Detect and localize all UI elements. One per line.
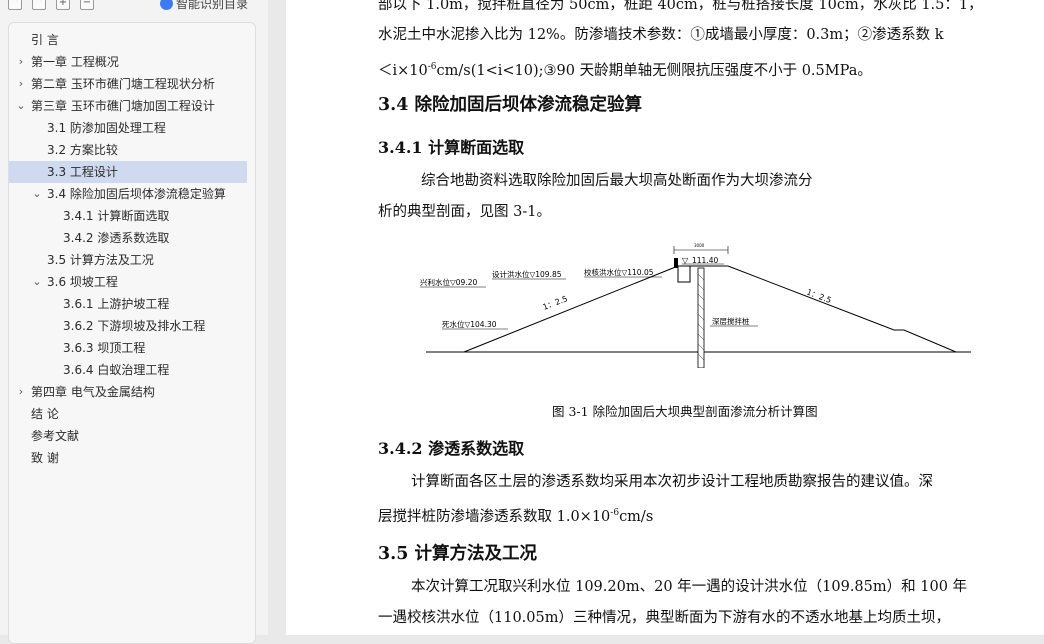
paragraph-line: 水泥土中水泥掺入比为 12%。防渗墙技术参数：①成墙最小厚度：0.3m；②渗透系… xyxy=(378,27,944,43)
chevron-down-icon[interactable]: ⌄ xyxy=(31,183,43,205)
parapet-wall xyxy=(674,258,678,268)
cutoff-wall xyxy=(697,267,705,369)
toc-panel: 引 言 › 第一章 工程概况 › 第二章 玉环市礁门塘工程现状分析 ⌄ 第三章 玉环市礁门塘… xyxy=(8,22,256,644)
downstream-slope-label: 1：2.5 xyxy=(805,287,832,305)
paragraph-line: 部以下 1.0m，搅拌桩直径为 50cm，桩距 40cm，桩与桩搭接长度 10c… xyxy=(378,0,983,13)
heading-3-4-1: 3.4.1 计算断面选取 xyxy=(378,138,525,157)
text-run: cm/s(1<i<10);③90 天龄期单轴无侧限抗压强度不小于 0.5MPa。 xyxy=(436,62,872,79)
toc-item-label: 3.5 计算方法及工况 xyxy=(47,253,154,267)
smart-toc-label: 智能识别目录 xyxy=(176,0,249,11)
toc-item[interactable]: 结 论 xyxy=(9,403,247,425)
toc-item-label: 结 论 xyxy=(31,407,59,421)
smart-toc-button[interactable]: 智能识别目录 xyxy=(160,0,249,11)
toc-item[interactable]: 3.5 计算方法及工况 xyxy=(9,249,247,271)
document-page: 部以下 1.0m，搅拌桩直径为 50cm，桩距 40cm，桩与桩搭接长度 10c… xyxy=(286,0,1044,635)
dam-section-drawing: 3000 ▽ 111.40 兴利水位▽09.20 设计洪水位▽109.85 校核… xyxy=(420,243,971,369)
paragraph-line: 层搅拌桩防渗墙渗透系数取 1.0×10-6cm/s xyxy=(378,498,988,533)
dam-section-figure: 3000 ▽ 111.40 兴利水位▽09.20 设计洪水位▽109.85 校核… xyxy=(416,238,976,369)
ai-icon xyxy=(160,0,173,10)
superscript: -6 xyxy=(427,62,437,72)
chevron-down-icon[interactable]: ⌄ xyxy=(15,95,27,117)
toc-item[interactable]: 3.1 防渗加固处理工程 xyxy=(9,117,247,139)
toc-item[interactable]: › 第一章 工程概况 xyxy=(9,51,247,73)
chevron-right-icon[interactable]: › xyxy=(15,381,27,403)
toc-item-label: 3.4 除险加固后坝体渗流稳定验算 xyxy=(47,187,226,201)
text-run: ＜i×10 xyxy=(378,62,428,79)
downstream-slope xyxy=(727,265,957,353)
paragraph-line: 计算断面各区土层的渗透系数均采用本次初步设计工程地质勘察报告的建议值。深 xyxy=(411,474,933,490)
paragraph-line: 析的典型剖面，见图 3-1。 xyxy=(378,204,551,220)
collapse-all-icon[interactable]: ⌃ xyxy=(8,0,22,10)
toc-item[interactable]: ⌄ 3.6 坝坡工程 xyxy=(9,271,247,293)
toc-item[interactable]: 参考文献 xyxy=(9,425,247,447)
toc-item-label: 第一章 工程概况 xyxy=(31,55,119,69)
toc-item-label: 第三章 玉环市礁门塘加固工程设计 xyxy=(31,99,215,113)
check-flood-label: 校核洪水位▽110.05 xyxy=(584,267,654,277)
dead-level-label: 死水位▽104.30 xyxy=(442,319,497,329)
toc-item-label: 引 言 xyxy=(31,33,59,47)
toc-item[interactable]: ⌄ 第三章 玉环市礁门塘加固工程设计 xyxy=(9,95,247,117)
upstream-slope-label: 1：2.5 xyxy=(541,294,568,312)
heading-3-5: 3.5 计算方法及工况 xyxy=(378,544,538,564)
toc-item-label: 3.4.1 计算断面选取 xyxy=(63,209,170,223)
expand-up-icon[interactable]: ⌃ xyxy=(32,0,46,10)
toc-item-label: 3.1 防渗加固处理工程 xyxy=(47,121,166,135)
width-label: 3000 xyxy=(694,243,705,248)
toc-item[interactable]: › 第四章 电气及金属结构 xyxy=(9,381,247,403)
toc-item[interactable]: 3.6.1 上游护坡工程 xyxy=(9,293,247,315)
text-run: 层搅拌桩防渗墙渗透系数取 1.0×10 xyxy=(378,508,611,525)
figure-caption: 图 3-1 除险加固后大坝典型剖面渗流分析计算图 xyxy=(552,404,818,419)
crest-wall-block xyxy=(677,265,691,283)
toc-item-label: 3.4.2 渗透系数选取 xyxy=(63,231,170,245)
toc-item-label: 3.6.1 上游护坡工程 xyxy=(63,297,170,311)
paragraph-line: 一遇校核洪水位（110.05m）三种情况，典型断面为下游有水的不透水地基上均质土… xyxy=(378,610,950,626)
toc-item[interactable]: 3.6.2 下游坝坡及排水工程 xyxy=(9,315,247,337)
paragraph-line: 综合地勘资料选取除险加固后最大坝高处断面作为大坝渗流分 xyxy=(421,173,813,189)
toc-item-label: 3.6.2 下游坝坡及排水工程 xyxy=(63,319,206,333)
toc-item[interactable]: › 第二章 玉环市礁门塘工程现状分析 xyxy=(9,73,247,95)
normal-level-label: 兴利水位▽09.20 xyxy=(420,277,477,287)
crest-elev-label: 111.40 xyxy=(692,256,718,265)
paragraph-line: 本次计算工况取兴利水位 109.20m、20 年一遇的设计洪水位（109.85m… xyxy=(411,579,968,595)
remove-icon[interactable]: − xyxy=(80,0,94,10)
toc-item-label: 3.6.4 白蚁治理工程 xyxy=(63,363,170,377)
sidebar-toolbar: ⌃ ⌃ + − 智能识别目录 xyxy=(0,0,268,14)
toc-item-label: 第四章 电气及金属结构 xyxy=(31,385,155,399)
chevron-right-icon[interactable]: › xyxy=(15,51,27,73)
design-flood-label: 设计洪水位▽109.85 xyxy=(492,269,562,279)
toc-item[interactable]: 3.2 方案比较 xyxy=(9,139,247,161)
chevron-right-icon[interactable]: › xyxy=(15,73,27,95)
toc-item-label: 3.2 方案比较 xyxy=(47,143,118,157)
toc-item[interactable]: 引 言 xyxy=(9,29,247,51)
superscript: -6 xyxy=(610,508,620,518)
toc-item[interactable]: 3.6.4 白蚁治理工程 xyxy=(9,359,247,381)
toc-item-label: 参考文献 xyxy=(31,429,80,443)
toc-item-label: 第二章 玉环市礁门塘工程现状分析 xyxy=(31,77,215,91)
toc-item[interactable]: 3.4.1 计算断面选取 xyxy=(9,205,247,227)
chevron-down-icon[interactable]: ⌄ xyxy=(31,271,43,293)
toc-item[interactable]: 3.4.2 渗透系数选取 xyxy=(9,227,247,249)
toc-item-label: 3.6 坝坡工程 xyxy=(47,275,118,289)
heading-3-4-2: 3.4.2 渗透系数选取 xyxy=(378,439,525,458)
heading-3-4: 3.4 除险加固后坝体渗流稳定验算 xyxy=(378,95,643,115)
toc-item[interactable]: 致 谢 xyxy=(9,447,247,469)
crest-marker-icon: ▽ xyxy=(682,256,689,265)
toc-item[interactable]: ⌄ 3.4 除险加固后坝体渗流稳定验算 xyxy=(9,183,247,205)
toc-item-label: 3.3 工程设计 xyxy=(47,165,118,179)
toc-item[interactable]: 3.6.3 坝顶工程 xyxy=(9,337,247,359)
text-run: cm/s xyxy=(619,508,654,525)
add-icon[interactable]: + xyxy=(56,0,70,10)
toc-item-label: 致 谢 xyxy=(31,451,59,465)
toc-item-label: 3.6.3 坝顶工程 xyxy=(63,341,146,355)
cutoff-wall-label: 深层搅拌桩 xyxy=(712,316,750,326)
toc-item[interactable]: 3.3 工程设计 xyxy=(9,161,247,183)
toc-sidebar: ⌃ ⌃ + − 智能识别目录 引 言 › 第一章 工程概况 › 第二章 玉环市礁门塘工程… xyxy=(0,0,268,644)
paragraph-line: ＜i×10-6cm/s(1<i<10);③90 天龄期单轴无侧限抗压强度不小于 … xyxy=(378,52,988,87)
